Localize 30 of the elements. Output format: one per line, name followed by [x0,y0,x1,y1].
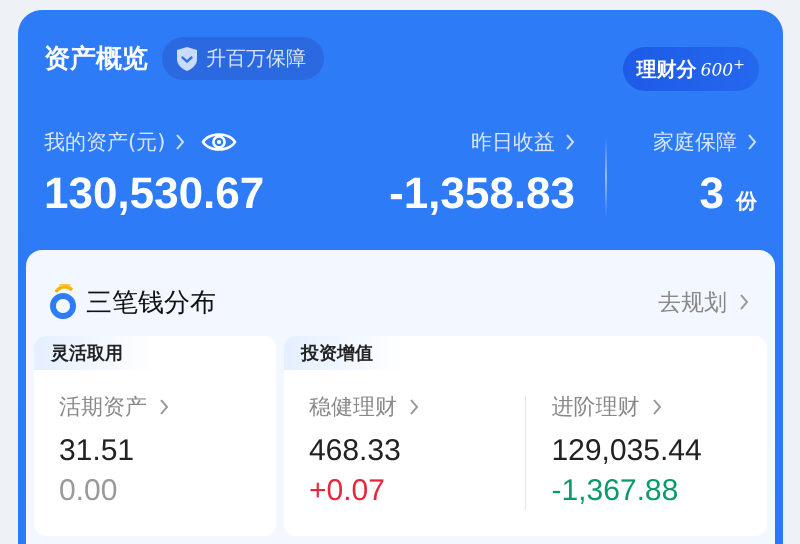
item-amount: 468.33 [309,434,401,468]
item-amount: 129,035.44 [552,434,702,468]
chevron-icon [747,133,757,151]
chevron-icon [652,398,662,416]
chevron-icon [159,398,169,416]
stat-label[interactable]: 我的资产(元) [44,128,166,156]
item-change: +0.07 [309,474,385,508]
item-label[interactable]: 活期资产 [59,392,147,422]
section-title: 资产概览 [44,43,148,76]
stat-value: 3 [700,169,724,219]
item-change: -1,367.88 [552,474,678,508]
stat-value: -1,358.83 [389,169,575,219]
chevron-icon [739,293,749,311]
item-label[interactable]: 进阶理财 [552,392,640,422]
stat-label[interactable]: 昨日收益 [471,128,555,156]
chevron-icon [565,133,575,151]
plan-link[interactable]: 去规划 [658,286,727,318]
stat-value: 130,530.67 [44,169,264,219]
shield-icon [176,46,198,72]
distribution-title: 三笔钱分布 [86,286,216,320]
chevron-icon [175,133,186,151]
stat-label[interactable]: 家庭保障 [653,128,737,156]
score-badge[interactable]: 理财分 600$^{+}$ [622,46,759,90]
item-change: 0.00 [59,474,118,508]
item-label[interactable]: 稳健理财 [309,392,397,422]
logo-icon [48,284,78,320]
item-amount: 31.51 [59,434,134,468]
guarantee-chip[interactable]: 升百万保障 [162,37,324,80]
unit-label: 份 [736,188,757,215]
chevron-icon [409,398,419,416]
